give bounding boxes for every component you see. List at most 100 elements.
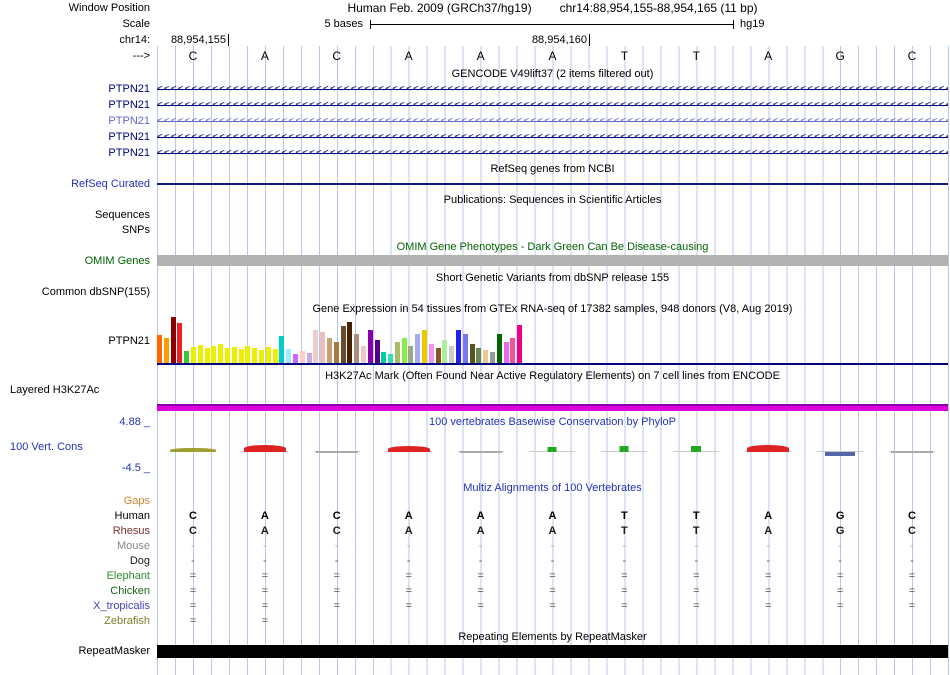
gencode-arrow-line[interactable]: <<<<<<<<<<<<<<<<<<<<<<<<<<<<<<<<<<<<<<<<…: [157, 146, 948, 161]
cons-track-label[interactable]: 100 Vert. Cons: [0, 440, 150, 455]
gtex-bar[interactable]: [510, 338, 516, 363]
gtex-bar[interactable]: [483, 350, 489, 363]
gtex-bar[interactable]: [238, 349, 244, 363]
gencode-arrow-line[interactable]: <<<<<<<<<<<<<<<<<<<<<<<<<<<<<<<<<<<<<<<<…: [157, 98, 948, 113]
refseq-curated-row[interactable]: RefSeq Curated: [0, 177, 950, 192]
gtex-bar[interactable]: [157, 335, 162, 363]
cons-column[interactable]: [229, 443, 301, 460]
snps-row[interactable]: SNPs: [0, 223, 950, 238]
omim-genes-row[interactable]: OMIM Genes: [0, 254, 950, 269]
track-label[interactable]: PTPN21: [0, 146, 150, 161]
gtex-bar[interactable]: [184, 351, 190, 363]
gencode-arrow-line[interactable]: <<<<<<<<<<<<<<<<<<<<<<<<<<<<<<<<<<<<<<<<…: [157, 130, 948, 145]
gencode-arrow-line[interactable]: <<<<<<<<<<<<<<<<<<<<<<<<<<<<<<<<<<<<<<<<…: [157, 114, 948, 129]
gtex-bar[interactable]: [292, 354, 298, 363]
track-label[interactable]: PTPN21: [0, 98, 150, 113]
repeatmasker-track[interactable]: [157, 644, 948, 659]
gtex-bar[interactable]: [299, 351, 305, 363]
track-label[interactable]: PTPN21: [0, 114, 150, 129]
gtex-bar[interactable]: [496, 334, 502, 363]
cons-column[interactable]: [732, 443, 804, 460]
omim-track[interactable]: [157, 254, 948, 269]
gtex-bar[interactable]: [340, 326, 346, 363]
cons-column[interactable]: [588, 443, 660, 460]
cons-column[interactable]: [876, 443, 948, 460]
gencode-arrow-line[interactable]: <<<<<<<<<<<<<<<<<<<<<<<<<<<<<<<<<<<<<<<<…: [157, 82, 948, 97]
gtex-bar[interactable]: [415, 334, 421, 363]
track-label[interactable]: Elephant: [0, 569, 150, 584]
gtex-bar[interactable]: [456, 330, 462, 363]
multiz-species-row[interactable]: Elephant = = = = = = = = = = =: [0, 569, 950, 584]
multiz-species-row[interactable]: Dog - - - - - - - - - - -: [0, 554, 950, 569]
cons-column[interactable]: [301, 443, 373, 460]
track-label[interactable]: X_tropicalis: [0, 599, 150, 614]
gtex-bar[interactable]: [306, 353, 312, 363]
gtex-bar[interactable]: [279, 336, 285, 363]
gtex-bar[interactable]: [218, 344, 224, 363]
gtex-bar[interactable]: [462, 334, 468, 363]
gtex-bar[interactable]: [374, 340, 380, 363]
track-label[interactable]: Human: [0, 509, 150, 524]
repeatmasker-label[interactable]: RepeatMasker: [0, 644, 150, 659]
refseq-track[interactable]: [157, 177, 948, 192]
gtex-bar[interactable]: [408, 346, 414, 363]
gtex-bar[interactable]: [435, 348, 441, 363]
gencode-transcript-row[interactable]: PTPN21 <<<<<<<<<<<<<<<<<<<<<<<<<<<<<<<<<<…: [0, 146, 950, 161]
multiz-species-row[interactable]: X_tropicalis = = = = = = = = = = =: [0, 599, 950, 614]
gtex-bar[interactable]: [388, 354, 394, 363]
gtex-bar[interactable]: [422, 330, 428, 363]
gtex-bar[interactable]: [252, 348, 258, 363]
gtex-bar[interactable]: [360, 346, 366, 363]
sequences-label[interactable]: Sequences: [0, 208, 150, 223]
multiz-species-row[interactable]: Gaps: [0, 494, 950, 509]
track-label[interactable]: Dog: [0, 554, 150, 569]
gtex-bar[interactable]: [231, 347, 237, 363]
gtex-bar[interactable]: [272, 349, 278, 363]
sequences-row[interactable]: Sequences: [0, 208, 950, 223]
gtex-bar[interactable]: [163, 338, 169, 363]
gtex-bar[interactable]: [245, 346, 251, 363]
gtex-bar[interactable]: [265, 347, 271, 363]
gtex-bar[interactable]: [503, 342, 509, 363]
gtex-bar[interactable]: [190, 347, 196, 363]
gtex-bar[interactable]: [490, 352, 496, 363]
cons-marks[interactable]: [157, 443, 948, 460]
multiz-species-row[interactable]: Human C A C A A A T T A G C: [0, 509, 950, 524]
h3k27ac-band[interactable]: [157, 404, 948, 411]
gtex-bar[interactable]: [367, 330, 373, 363]
cons-column[interactable]: [157, 443, 229, 460]
multiz-species-row[interactable]: Rhesus C A C A A A T T A G C: [0, 524, 950, 539]
cons-column[interactable]: [660, 443, 732, 460]
gtex-bar[interactable]: [326, 338, 332, 363]
gtex-bar[interactable]: [204, 348, 210, 363]
h3k27ac-label-row[interactable]: Layered H3K27Ac: [0, 383, 950, 398]
track-label[interactable]: Mouse: [0, 539, 150, 554]
gtex-bar[interactable]: [170, 317, 176, 363]
multiz-species-row[interactable]: Zebrafish = =: [0, 614, 950, 629]
cons-column[interactable]: [517, 443, 589, 460]
gtex-bar[interactable]: [320, 332, 326, 363]
gtex-bar[interactable]: [347, 322, 353, 363]
refseq-curated-label[interactable]: RefSeq Curated: [0, 177, 150, 192]
gtex-bar[interactable]: [381, 352, 387, 363]
gtex-bar[interactable]: [224, 348, 230, 363]
base-row[interactable]: ---> C A C A A A T T A G C: [0, 49, 950, 65]
h3k27ac-label[interactable]: Layered H3K27Ac: [0, 383, 150, 398]
track-label[interactable]: PTPN21: [0, 130, 150, 145]
gencode-transcript-row[interactable]: PTPN21 <<<<<<<<<<<<<<<<<<<<<<<<<<<<<<<<<<…: [0, 114, 950, 129]
track-label[interactable]: Chicken: [0, 584, 150, 599]
cons-column[interactable]: [373, 443, 445, 460]
snps-label[interactable]: SNPs: [0, 223, 150, 238]
gencode-transcript-row[interactable]: PTPN21 <<<<<<<<<<<<<<<<<<<<<<<<<<<<<<<<<<…: [0, 130, 950, 145]
multiz-species-row[interactable]: Mouse - - - - - - - - - - -: [0, 539, 950, 554]
track-label[interactable]: PTPN21: [0, 82, 150, 97]
gtex-bar[interactable]: [428, 344, 434, 363]
gencode-transcript-row[interactable]: PTPN21 <<<<<<<<<<<<<<<<<<<<<<<<<<<<<<<<<<…: [0, 98, 950, 113]
dbsnp-row[interactable]: Common dbSNP(155): [0, 285, 950, 300]
multiz-species-row[interactable]: Chicken = = = = = = = = = = =: [0, 584, 950, 599]
gtex-bar[interactable]: [476, 348, 482, 363]
gtex-bar[interactable]: [211, 346, 217, 363]
gtex-bar[interactable]: [333, 342, 339, 363]
cons-column[interactable]: [445, 443, 517, 460]
gtex-gene-label[interactable]: PTPN21: [0, 334, 150, 349]
